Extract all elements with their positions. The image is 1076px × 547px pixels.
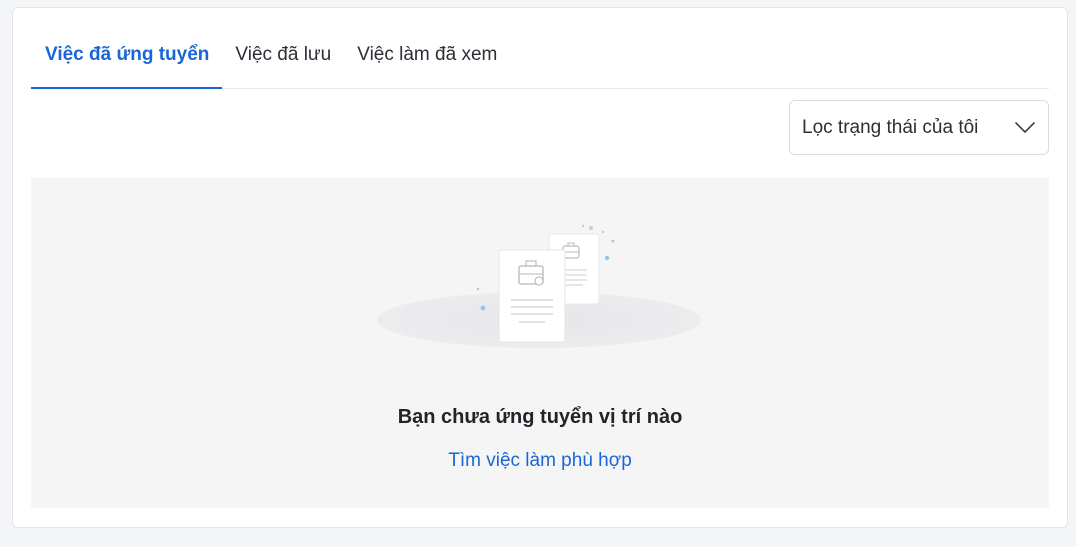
tab-bar: Việc đã ứng tuyển Việc đã lưu Việc làm đ… xyxy=(31,36,1049,89)
status-filter-label: Lọc trạng thái của tôi xyxy=(802,116,979,138)
find-suitable-jobs-link[interactable]: Tìm việc làm phù hợp xyxy=(448,450,632,471)
tab-viewed-jobs[interactable]: Việc làm đã xem xyxy=(344,36,510,79)
front-document-icon xyxy=(498,249,566,343)
empty-state-title: Bạn chưa ứng tuyển vị trí nào xyxy=(397,406,683,428)
tab-applied-jobs[interactable]: Việc đã ứng tuyển xyxy=(31,36,223,89)
chevron-down-icon xyxy=(1014,117,1036,139)
find-jobs-link-wrap: Tìm việc làm phù hợp xyxy=(31,450,1049,472)
empty-state-panel: Bạn chưa ứng tuyển vị trí nào Tìm việc l… xyxy=(31,178,1049,508)
applied-jobs-card: Việc đã ứng tuyển Việc đã lưu Việc làm đ… xyxy=(12,7,1068,528)
status-filter-dropdown[interactable]: Lọc trạng thái của tôi xyxy=(789,100,1049,155)
tab-saved-jobs[interactable]: Việc đã lưu xyxy=(222,36,344,79)
empty-documents-illustration xyxy=(377,214,707,354)
